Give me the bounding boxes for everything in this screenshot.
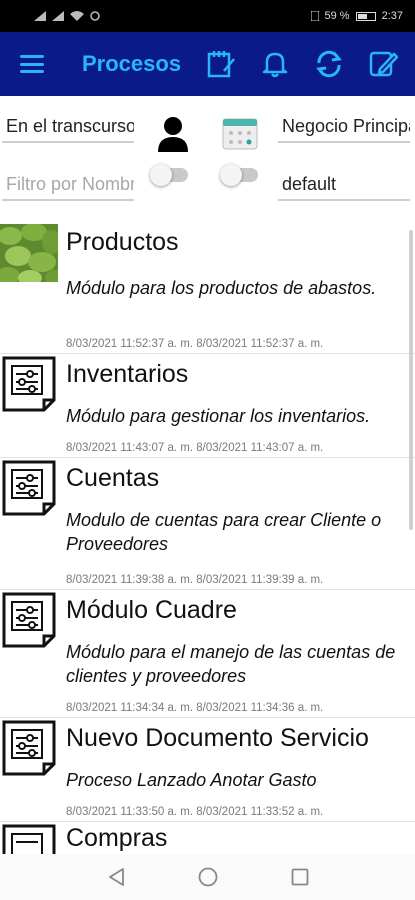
date-toggle[interactable] (220, 164, 258, 186)
item-dates: 8/03/2021 11:39:38 a. m. 8/03/2021 11:39… (66, 574, 323, 586)
notes-button[interactable] (201, 44, 241, 84)
item-title: Productos (66, 228, 179, 256)
list-item[interactable]: Productos Módulo para los productos de a… (0, 222, 415, 354)
notepad-icon (207, 51, 235, 78)
item-description: Modulo de cuentas para crear Cliente o P… (66, 510, 382, 554)
process-list: Productos Módulo para los productos de a… (0, 222, 415, 854)
period-select[interactable]: En el transcurso (2, 116, 134, 143)
edit-button[interactable] (363, 44, 403, 84)
clock: 2:37 (381, 10, 403, 22)
home-button[interactable] (197, 866, 219, 888)
list-scrollbar[interactable] (409, 230, 413, 530)
signal-icon (52, 11, 64, 21)
wifi-icon (70, 11, 84, 21)
item-created: 8/03/2021 11:34:34 a. m. (66, 702, 194, 714)
item-updated: 8/03/2021 11:52:37 a. m. (196, 338, 324, 350)
item-title: Compras (66, 824, 168, 852)
user-toggle[interactable] (150, 164, 188, 186)
sync-status-icon (90, 11, 100, 21)
item-description: Proceso Lanzado Anotar Gasto (66, 770, 317, 790)
process-document-icon (2, 592, 56, 648)
item-description: Módulo para los productos de abastos. (66, 278, 377, 298)
menu-icon[interactable] (20, 55, 44, 73)
process-document-icon (2, 460, 56, 516)
back-triangle-icon (108, 868, 124, 886)
item-dates: 8/03/2021 11:43:07 a. m. 8/03/2021 11:43… (66, 442, 323, 454)
list-item[interactable]: Módulo Cuadre Módulo para el manejo de l… (0, 590, 415, 718)
item-description: Módulo para gestionar los inventarios. (66, 406, 371, 426)
business-select[interactable]: Negocio Principal (278, 116, 410, 143)
item-created: 8/03/2021 11:43:07 a. m. (66, 442, 194, 454)
system-nav-bar (0, 854, 415, 900)
process-document-icon (2, 824, 56, 854)
item-updated: 8/03/2021 11:33:52 a. m. (196, 806, 324, 818)
item-created: 8/03/2021 11:52:37 a. m. (66, 338, 194, 350)
user-icon[interactable] (156, 116, 190, 152)
home-circle-icon (198, 867, 217, 887)
status-icons-right: 59 % 2:37 (310, 10, 403, 22)
recents-square-icon (291, 868, 308, 886)
refresh-button[interactable] (309, 44, 349, 84)
item-updated: 8/03/2021 11:39:39 a. m. (196, 574, 324, 586)
signal-icon (34, 11, 46, 21)
item-title: Nuevo Documento Servicio (66, 724, 369, 752)
item-updated: 8/03/2021 11:43:07 a. m. (196, 442, 324, 454)
name-filter-input[interactable]: Filtro por Nombre (2, 174, 134, 201)
list-item[interactable]: Nuevo Documento Servicio Proceso Lanzado… (0, 718, 415, 822)
nfc-icon (310, 11, 319, 21)
list-item[interactable]: Inventarios Módulo para gestionar los in… (0, 354, 415, 458)
refresh-icon (316, 50, 342, 78)
app-bar: Procesos (0, 32, 415, 96)
item-description: Módulo para el manejo de las cuentas de … (66, 642, 396, 686)
status-icons-left (34, 11, 100, 21)
item-updated: 8/03/2021 11:34:36 a. m. (196, 702, 324, 714)
template-select[interactable]: default (278, 174, 410, 201)
item-dates: 8/03/2021 11:33:50 a. m. 8/03/2021 11:33… (66, 806, 323, 818)
recents-button[interactable] (289, 866, 311, 888)
back-button[interactable] (105, 866, 127, 888)
item-dates: 8/03/2021 11:34:34 a. m. 8/03/2021 11:34… (66, 702, 323, 714)
battery-icon (355, 11, 376, 21)
process-document-icon (2, 720, 56, 776)
produce-photo-icon (0, 224, 58, 282)
item-title: Inventarios (66, 360, 189, 388)
status-bar: 59 % 2:37 (0, 0, 415, 32)
list-item[interactable]: Compras (0, 822, 415, 854)
battery-percent: 59 % (324, 10, 350, 22)
item-created: 8/03/2021 11:33:50 a. m. (66, 806, 194, 818)
calendar-icon[interactable] (222, 116, 258, 150)
filters-panel: En el transcurso Negocio Principal Filtr… (0, 96, 415, 208)
item-dates: 8/03/2021 11:52:37 a. m. 8/03/2021 11:52… (66, 338, 323, 350)
item-created: 8/03/2021 11:39:38 a. m. (66, 574, 194, 586)
bell-icon (262, 52, 288, 78)
page-title: Procesos (82, 51, 182, 76)
item-title: Módulo Cuadre (66, 596, 237, 624)
edit-document-icon (369, 51, 398, 77)
item-title: Cuentas (66, 464, 160, 492)
list-item[interactable]: Cuentas Modulo de cuentas para crear Cli… (0, 458, 415, 590)
notifications-button[interactable] (255, 44, 295, 84)
process-document-icon (2, 356, 56, 412)
